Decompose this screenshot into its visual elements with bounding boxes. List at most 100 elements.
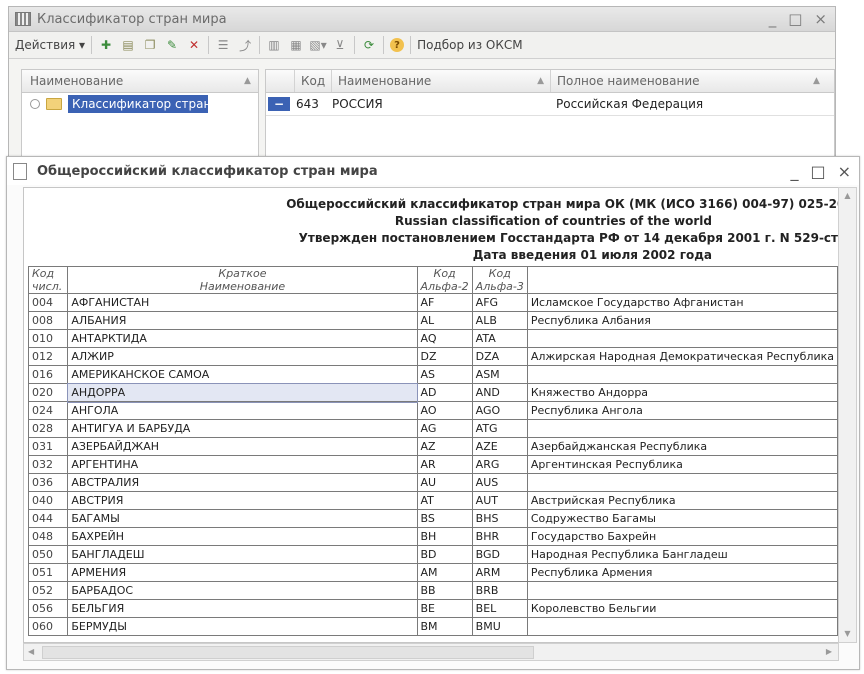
short-name-cell: БАГАМЫ: [67, 509, 418, 528]
alpha3-cell: BRB: [471, 581, 528, 600]
tree-item[interactable]: Классификатор стран м: [22, 93, 258, 115]
vertical-scrollbar[interactable]: ▲ ▼: [838, 187, 857, 643]
tree-node-icon: [30, 99, 40, 109]
alpha2-cell: BD: [416, 545, 473, 564]
close-button[interactable]: ×: [814, 10, 827, 28]
filter-clear-icon[interactable]: ▦: [288, 37, 304, 53]
full-name-cell: Княжество Андорра: [526, 383, 838, 402]
table-row[interactable]: 012 АЛЖИР DZ DZA Алжирская Народная Демократ…: [27, 347, 838, 366]
numeric-code-cell: 024: [27, 401, 69, 420]
toolbar-separator: [208, 36, 210, 54]
short-name-cell: БЕРМУДЫ: [67, 617, 418, 636]
horizontal-scrollbar[interactable]: ◀ ▶: [23, 643, 839, 661]
numeric-code-cell: 012: [27, 347, 69, 366]
table-row[interactable]: 028 АНТИГУА И БАРБУДА AG ATG: [27, 419, 838, 438]
code-column-header[interactable]: Код: [295, 70, 332, 92]
table-row[interactable]: 044 БАГАМЫ BS BHS Содружество Багамы: [27, 509, 838, 528]
table-row[interactable]: 036 АВСТРАЛИЯ AU AUS: [27, 473, 838, 492]
table-row[interactable]: 024 АНГОЛА AO AGO Республика Ангола: [27, 401, 838, 420]
minimize-button[interactable]: _: [790, 162, 798, 181]
table-row[interactable]: 048 БАХРЕЙН BH BHR Государство Бахрейн: [27, 527, 838, 546]
full-name-cell: Республика Армения: [526, 563, 838, 582]
alpha2-cell: BM: [416, 617, 473, 636]
numeric-code-cell: 028: [27, 419, 69, 438]
folder-icon: [46, 98, 62, 110]
alpha3-cell: ASM: [471, 365, 528, 384]
actions-menu-button[interactable]: Действия ▾: [15, 38, 85, 52]
short-name-cell: АЗЕРБАЙДЖАН: [67, 437, 418, 456]
sort-arrow-icon: ▲: [244, 76, 251, 86]
scroll-up-icon[interactable]: ▲: [839, 188, 856, 204]
refresh-icon[interactable]: ⟳: [361, 37, 377, 53]
table-row[interactable]: 031 АЗЕРБАЙДЖАН AZ AZE Азербайджанская Респу…: [27, 437, 838, 456]
add-folder-icon[interactable]: ▤: [120, 37, 136, 53]
numeric-code-cell: 032: [27, 455, 69, 474]
edit-icon[interactable]: ✎: [164, 37, 180, 53]
table-row[interactable]: 008 АЛБАНИЯ AL ALB Республика Албания: [27, 311, 838, 330]
full-name-cell: Аргентинская Республика: [526, 455, 838, 474]
sort-icon[interactable]: ⊻: [332, 37, 348, 53]
help-icon[interactable]: ?: [390, 38, 405, 52]
numeric-code-cell: 008: [27, 311, 69, 330]
table-row[interactable]: 004 АФГАНИСТАН AF AFG Исламское Государство …: [27, 293, 838, 312]
alpha3-cell: ALB: [471, 311, 528, 330]
tree-header[interactable]: Наименование ▲: [22, 70, 258, 93]
maximize-button[interactable]: □: [788, 10, 802, 28]
table-row[interactable]: 052 БАРБАДОС BB BRB: [27, 581, 838, 600]
pick-from-oksm-button[interactable]: Подбор из ОКСМ: [417, 38, 523, 52]
level-up-icon[interactable]: ⤴: [237, 37, 253, 53]
short-name-cell: БЕЛЬГИЯ: [67, 599, 418, 618]
table-row[interactable]: 051 АРМЕНИЯ AM ARM Республика Армения: [27, 563, 838, 582]
alpha2-cell: AG: [416, 419, 473, 438]
table-row[interactable]: 056 БЕЛЬГИЯ BE BEL Королевство Бельгии: [27, 599, 838, 618]
table-row[interactable]: 060 БЕРМУДЫ BM BMU: [27, 617, 838, 636]
table-row[interactable]: 040 АВСТРИЯ AT AUT Австрийская Республика: [27, 491, 838, 510]
table-row[interactable]: 010 АНТАРКТИДА AQ ATA: [27, 329, 838, 348]
numeric-code-cell: 051: [27, 563, 69, 582]
alpha2-cell: BH: [416, 527, 473, 546]
full-name-column-header[interactable]: Полное наименование: [551, 70, 807, 92]
name-column-header[interactable]: Наименование ▲: [332, 70, 551, 92]
classifier-list-titlebar[interactable]: Классификатор стран мира _ □ ×: [9, 7, 835, 32]
list-filter-icon[interactable]: ▧▾: [309, 37, 326, 53]
add-icon[interactable]: ✚: [98, 37, 114, 53]
classifier-report-window: Общероссийский классификатор стран мира …: [6, 156, 860, 670]
table-row[interactable]: 016 АМЕРИКАНСКОЕ САМОА AS ASM: [27, 365, 838, 384]
scroll-down-icon[interactable]: ▼: [839, 626, 856, 642]
hierarchy-icon[interactable]: ☰: [215, 37, 231, 53]
full-name-cell: [526, 581, 838, 600]
full-name-cell: Народная Республика Бангладеш: [526, 545, 838, 564]
full-name-cell: Королевство Бельгии: [526, 599, 838, 618]
alpha3-cell: AND: [471, 383, 528, 402]
full-name-cell: [526, 365, 838, 384]
close-button[interactable]: ×: [838, 162, 851, 181]
tree-item-label: Классификатор стран м: [68, 95, 208, 113]
short-name-cell: АРГЕНТИНА: [67, 455, 418, 474]
scroll-up-icon[interactable]: ▲: [807, 70, 827, 92]
numeric-code-cell: 060: [27, 617, 69, 636]
minimize-button[interactable]: _: [769, 10, 777, 28]
report-titlebar[interactable]: Общероссийский классификатор стран мира …: [7, 157, 859, 185]
classifier-list-title: Классификатор стран мира: [37, 11, 227, 27]
table-row[interactable]: 020 АНДОРРА AD AND Княжество Андорра: [27, 382, 838, 403]
table-row[interactable]: 050 БАНГЛАДЕШ BD BGD Народная Республика Бан…: [27, 545, 838, 564]
row-name: РОССИЯ: [332, 97, 383, 111]
list-row[interactable]: − 643 РОССИЯ Российская Федерация: [266, 93, 834, 116]
maximize-button[interactable]: □: [810, 162, 825, 181]
full-name-cell: [526, 329, 838, 348]
alpha3-cell: AGO: [471, 401, 528, 420]
scroll-right-icon[interactable]: ▶: [826, 644, 832, 660]
table-row[interactable]: 032 АРГЕНТИНА AR ARG Аргентинская Республика: [27, 455, 838, 474]
row-marker: −: [268, 97, 290, 111]
delete-icon[interactable]: ✕: [186, 37, 202, 53]
scroll-left-icon[interactable]: ◀: [28, 644, 34, 660]
numeric-code-cell: 040: [27, 491, 69, 510]
alpha3-cell: AFG: [471, 293, 528, 312]
copy-icon[interactable]: ❐: [142, 37, 158, 53]
alpha3-header: Код Альфа-3: [471, 266, 528, 294]
scrollbar-thumb[interactable]: [42, 646, 534, 659]
report-title-line: Утвержден постановлением Госстандарта РФ…: [298, 231, 838, 245]
alpha3-cell: BMU: [471, 617, 528, 636]
numeric-code-cell: 048: [27, 527, 69, 546]
filter-icon[interactable]: ▥: [266, 37, 282, 53]
